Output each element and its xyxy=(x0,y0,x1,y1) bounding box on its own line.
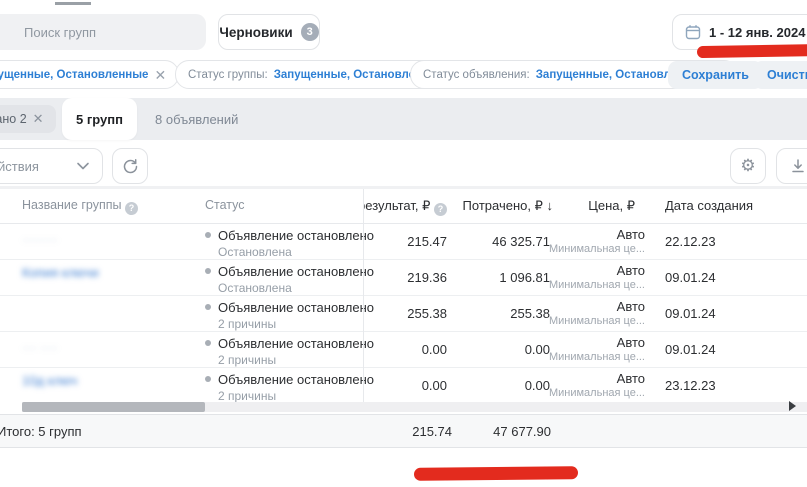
column-header-name[interactable]: Название группы ? xyxy=(22,198,138,215)
clear-filters-button[interactable]: Очистить xyxy=(753,61,807,89)
red-marker-annotation-totals xyxy=(414,466,578,481)
help-icon[interactable]: ? xyxy=(434,203,447,216)
save-filters-button[interactable]: Сохранить xyxy=(668,61,763,89)
group-search xyxy=(0,14,206,50)
totals-label: Итого: 5 групп xyxy=(0,424,82,439)
close-icon[interactable]: ✕ xyxy=(33,111,44,127)
cropped-element-remnant xyxy=(55,2,91,5)
cell-created: 22.12.23 xyxy=(665,234,716,249)
filter-chip-prefix: Статус объявления: xyxy=(423,69,530,81)
actions-dropdown[interactable]: Действия xyxy=(0,148,103,184)
chevron-down-icon xyxy=(76,162,90,170)
cell-cost-per-result: 215.47 xyxy=(407,234,447,249)
totals-cost-per-result: 215.74 xyxy=(412,424,452,439)
cell-created: 23.12.23 xyxy=(665,378,716,393)
drafts-label: Черновики xyxy=(219,25,292,40)
cell-spent: 0.00 xyxy=(525,342,550,357)
help-icon[interactable]: ? xyxy=(125,202,138,215)
scroll-right-arrow-icon[interactable] xyxy=(789,401,796,411)
tab-ads[interactable]: 8 объявлений xyxy=(137,98,256,140)
export-button[interactable] xyxy=(776,148,807,184)
cell-price: Авто Минимальная це... xyxy=(549,371,645,399)
calendar-icon xyxy=(685,24,701,40)
totals-row xyxy=(0,414,807,448)
cell-spent: 255.38 xyxy=(510,306,550,321)
column-header-status[interactable]: Статус xyxy=(205,198,245,212)
refresh-icon xyxy=(122,158,139,175)
filter-chip-value: Запущенные, Остановленные xyxy=(0,69,148,81)
frozen-column-divider xyxy=(363,189,364,402)
row-separator xyxy=(0,259,807,260)
status-dot-icon xyxy=(205,232,211,238)
group-name-link[interactable]: 10д ключ xyxy=(22,373,77,388)
cell-cost-per-result: 0.00 xyxy=(422,342,447,357)
cell-spent: 46 325.71 xyxy=(492,234,550,249)
drafts-count-badge: 3 xyxy=(301,23,319,41)
status-cell: Объявление остановлено 2 причины xyxy=(205,372,374,403)
cell-price: Авто Минимальная це... xyxy=(549,263,645,291)
column-header-price[interactable]: Цена, ₽ xyxy=(588,198,635,214)
selection-chip-label: Выбрано 2 xyxy=(0,112,27,126)
cell-cost-per-result: 0.00 xyxy=(422,378,447,393)
status-cell: Объявление остановлено 2 причины xyxy=(205,300,374,331)
status-cell: Объявление остановлено Остановлена xyxy=(205,264,374,295)
sort-desc-icon[interactable]: ↓ xyxy=(547,198,554,213)
group-name-link[interactable]: .... ..... xyxy=(22,337,58,352)
date-range-label: 1 - 12 янв. 2024 xyxy=(709,25,805,40)
cell-created: 09.01.24 xyxy=(665,306,716,321)
totals-spent: 47 677.90 xyxy=(493,424,551,439)
cell-created: 09.01.24 xyxy=(665,270,716,285)
drafts-button[interactable]: Черновики 3 xyxy=(218,14,320,50)
group-name-link[interactable]: Копия ключи xyxy=(22,265,99,280)
group-name-link[interactable]: .......... xyxy=(22,229,58,244)
refresh-button[interactable] xyxy=(112,148,148,184)
ads-manager-screen: Черновики 3 1 - 12 янв. 2024 Запущенные,… xyxy=(0,0,807,487)
actions-label: Действия xyxy=(0,159,39,174)
search-input[interactable] xyxy=(24,14,194,50)
column-header-created[interactable]: Дата создания xyxy=(665,198,753,213)
horizontal-scrollbar-thumb[interactable] xyxy=(22,402,205,412)
cell-cost-per-result: 255.38 xyxy=(407,306,447,321)
column-header-spent[interactable]: Потрачено, ₽ ↓ xyxy=(463,198,553,214)
cell-spent: 1 096.81 xyxy=(499,270,550,285)
table-settings-button[interactable]: ⚙ xyxy=(730,148,766,184)
cell-price: Авто Минимальная це... xyxy=(549,299,645,327)
cell-created: 09.01.24 xyxy=(665,342,716,357)
status-dot-icon xyxy=(205,340,211,346)
row-separator xyxy=(0,295,807,296)
cell-spent: 0.00 xyxy=(525,378,550,393)
status-cell: Объявление остановлено 2 причины xyxy=(205,336,374,367)
status-cell: Объявление остановлено Остановлена xyxy=(205,228,374,259)
status-dot-icon xyxy=(205,376,211,382)
row-separator xyxy=(0,367,807,368)
status-dot-icon xyxy=(205,268,211,274)
gear-icon: ⚙ xyxy=(740,156,755,176)
status-dot-icon xyxy=(205,304,211,310)
download-icon xyxy=(790,158,806,174)
cell-price: Авто Минимальная це... xyxy=(549,227,645,255)
cell-cost-per-result: 219.36 xyxy=(407,270,447,285)
tab-groups[interactable]: 5 групп xyxy=(62,98,137,140)
red-marker-annotation-date xyxy=(697,44,807,58)
column-header-cost-per-result[interactable]: Цена за результат, ₽ ? xyxy=(363,198,447,216)
cell-price: Авто Минимальная це... xyxy=(549,335,645,363)
selection-chip[interactable]: Выбрано 2 ✕ xyxy=(0,105,56,133)
filter-chip-campaign-status[interactable]: Запущенные, Остановленные ✕ xyxy=(0,60,179,89)
filter-chip-prefix: Статус группы: xyxy=(188,69,268,81)
row-separator xyxy=(0,331,807,332)
close-icon[interactable]: ✕ xyxy=(154,68,166,82)
